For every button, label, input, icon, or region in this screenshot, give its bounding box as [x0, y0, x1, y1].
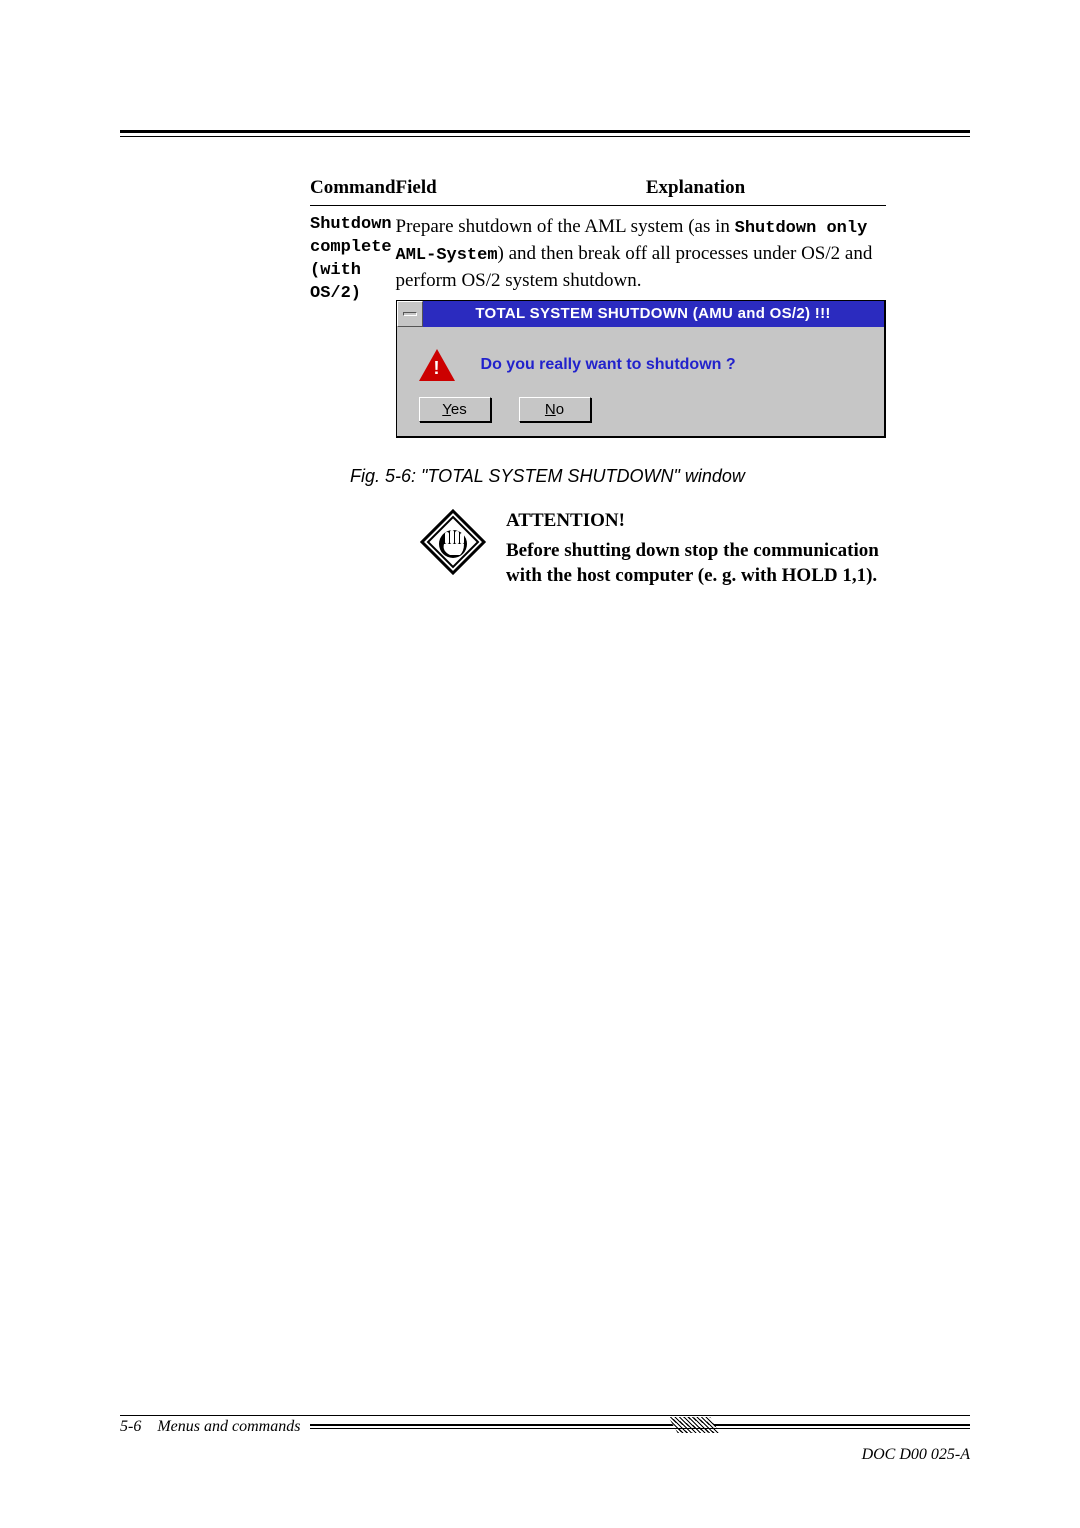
attention-heading: ATTENTION!: [506, 509, 880, 534]
footer-divider-graphic: [310, 1420, 970, 1434]
cmd-line2: complete: [310, 237, 396, 260]
table-row: Shutdown complete (with OS/2) Prepare sh…: [310, 206, 886, 438]
system-menu-icon[interactable]: [397, 301, 423, 327]
command-table: Command Field Explanation Shutdown compl…: [310, 177, 886, 438]
top-rule-inner: [120, 136, 970, 137]
cmd-line1: Shutdown: [310, 214, 396, 237]
th-explanation: Explanation: [506, 177, 886, 206]
footer-docid: DOC D00 025-A: [120, 1446, 970, 1464]
top-rule-outer: [120, 130, 970, 133]
page-footer: 5-6 Menus and commands DOC D00 025-A: [120, 1415, 970, 1464]
dialog-titlebar: TOTAL SYSTEM SHUTDOWN (AMU and OS/2) !!!: [397, 301, 884, 327]
th-field: Field: [396, 177, 506, 206]
dialog-title: TOTAL SYSTEM SHUTDOWN (AMU and OS/2) !!!: [423, 301, 884, 327]
warning-icon: [419, 349, 455, 381]
figure-caption: Fig. 5-6: "TOTAL SYSTEM SHUTDOWN" window: [350, 466, 880, 487]
attention-body: Before shutting down stop the communicat…: [506, 539, 880, 588]
no-button[interactable]: No: [519, 397, 591, 422]
explain-pre: Prepare shutdown of the AML system (as i…: [396, 216, 735, 237]
footer-section: Menus and commands: [157, 1418, 300, 1435]
attention-hand-icon: [420, 509, 486, 575]
yes-button[interactable]: Yes: [419, 397, 491, 422]
dialog-question: Do you really want to shutdown ?: [481, 356, 736, 374]
shutdown-dialog: TOTAL SYSTEM SHUTDOWN (AMU and OS/2) !!!…: [396, 300, 886, 438]
cmd-line3: (with OS/2): [310, 260, 396, 306]
attention-block: ATTENTION! Before shutting down stop the…: [420, 509, 880, 589]
footer-page-number: 5-6: [120, 1418, 141, 1435]
th-command: Command: [310, 177, 396, 206]
